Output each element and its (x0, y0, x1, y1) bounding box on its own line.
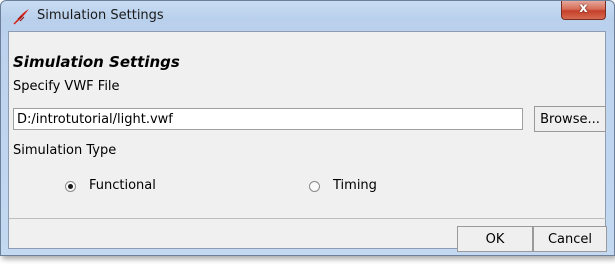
radio-unselected-icon[interactable] (309, 181, 320, 192)
cancel-button[interactable]: Cancel (533, 226, 607, 252)
radio-selected-icon[interactable] (65, 181, 76, 192)
vwf-file-input[interactable] (13, 108, 523, 130)
title-bar[interactable]: Simulation Settings x (1, 1, 614, 31)
dialog-body: Simulation Settings Specify VWF File Bro… (8, 31, 607, 252)
window-title: Simulation Settings (37, 8, 164, 23)
button-row-separator (9, 218, 606, 219)
browse-button[interactable]: Browse... (534, 106, 606, 132)
dialog-window: Simulation Settings x Simulation Setting… (0, 0, 615, 256)
ok-button[interactable]: OK (457, 226, 533, 252)
radio-functional-label: Functional (89, 178, 156, 193)
vwf-file-label: Specify VWF File (13, 79, 120, 94)
radio-timing-label: Timing (333, 178, 377, 193)
simulation-type-label: Simulation Type (13, 143, 117, 158)
close-button[interactable]: x (561, 1, 606, 20)
close-icon: x (579, 1, 588, 16)
form-heading: Simulation Settings (13, 53, 180, 71)
tk-feather-icon (13, 9, 29, 25)
